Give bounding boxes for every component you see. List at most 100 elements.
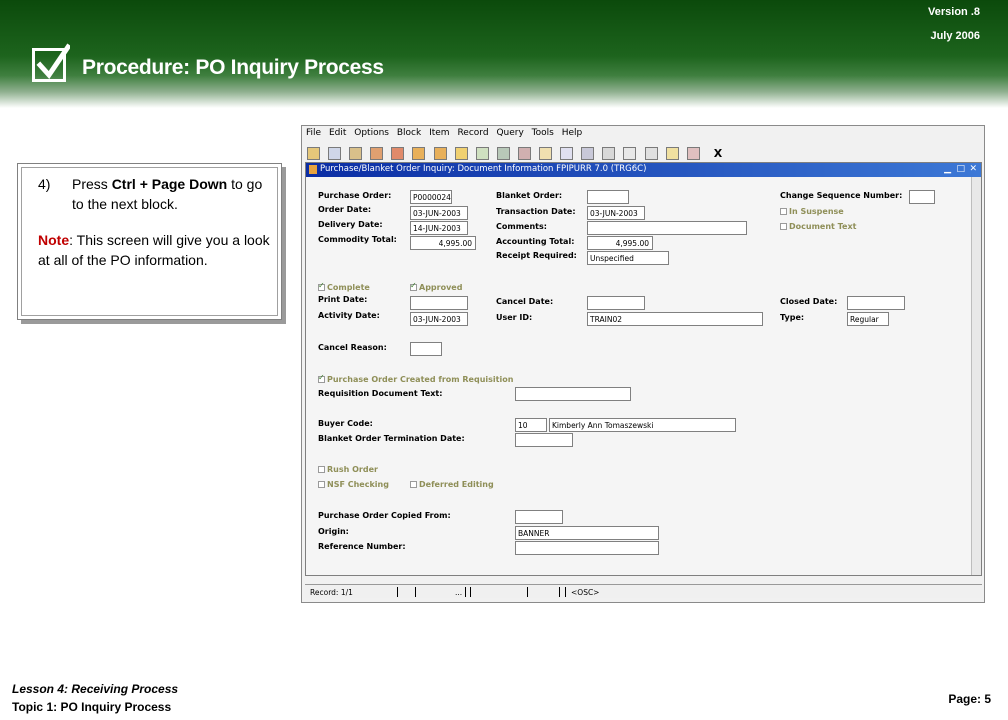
approved-label: Approved: [419, 283, 463, 292]
next-block-icon[interactable]: [433, 147, 447, 160]
label-transaction-date: Transaction Date:: [496, 207, 576, 216]
menu-record[interactable]: Record: [457, 128, 488, 138]
comments-field[interactable]: [587, 221, 747, 235]
crosshair-icon[interactable]: [644, 147, 658, 160]
purchase-order-field[interactable]: P0000024: [410, 190, 452, 204]
activity-date-field[interactable]: 03-JUN-2003: [410, 312, 468, 326]
step-number: 4): [38, 176, 51, 192]
enter-query-icon[interactable]: [454, 147, 468, 160]
rollback-icon[interactable]: [328, 147, 342, 160]
close-window-icon[interactable]: ✕: [969, 164, 977, 174]
rush-order-checkbox[interactable]: Rush Order: [318, 465, 378, 474]
label-comments: Comments:: [496, 222, 547, 231]
type-field[interactable]: Regular: [847, 312, 889, 326]
minimize-icon[interactable]: ▁: [944, 164, 951, 174]
deferred-editing-label: Deferred Editing: [419, 480, 494, 489]
requisition-document-text-field[interactable]: [515, 387, 631, 401]
close-icon[interactable]: X: [714, 147, 722, 160]
po-created-from-requisition-checkbox[interactable]: Purchase Order Created from Requisition: [318, 373, 514, 384]
approved-checkbox[interactable]: Approved: [410, 281, 463, 292]
help-icon[interactable]: [665, 147, 679, 160]
menu-help[interactable]: Help: [562, 128, 583, 138]
remove-record-icon[interactable]: [391, 147, 405, 160]
transaction-date-field[interactable]: 03-JUN-2003: [587, 206, 645, 220]
po-created-from-requisition-label: Purchase Order Created from Requisition: [327, 375, 514, 384]
note-text: Note: This screen will give you a look a…: [28, 230, 271, 270]
blanket-order-field[interactable]: [587, 190, 629, 204]
label-receipt-required: Receipt Required:: [496, 251, 577, 260]
label-origin: Origin:: [318, 527, 349, 536]
in-suspense-checkbox[interactable]: In Suspense: [780, 207, 844, 216]
cancel-reason-field[interactable]: [410, 342, 442, 356]
menu-bar: File Edit Options Block Item Record Quer…: [302, 126, 984, 142]
maximize-icon[interactable]: □: [956, 164, 965, 174]
step-pre: Press: [72, 176, 112, 192]
print-icon[interactable]: [539, 147, 553, 160]
label-closed-date: Closed Date:: [780, 297, 838, 306]
buyer-code-field[interactable]: 10: [515, 418, 547, 432]
menu-file[interactable]: File: [306, 128, 321, 138]
step-text: 4) Press Ctrl + Page Down to go to the n…: [28, 174, 271, 214]
save-icon[interactable]: [307, 147, 320, 160]
status-bar: Record: 1/1 ... <OSC>: [305, 584, 982, 598]
menu-query[interactable]: Query: [496, 128, 523, 138]
label-accounting-total: Accounting Total:: [496, 237, 575, 246]
document-text-checkbox[interactable]: Document Text: [780, 222, 856, 231]
label-po-copied-from: Purchase Order Copied From:: [318, 511, 451, 520]
extract-icon[interactable]: [581, 147, 595, 160]
user-id-field[interactable]: TRAIN02: [587, 312, 763, 326]
in-suspense-label: In Suspense: [789, 207, 844, 216]
vertical-scrollbar[interactable]: [971, 177, 981, 575]
clear-icon[interactable]: [517, 147, 531, 160]
attach-icon[interactable]: [560, 147, 574, 160]
export-icon[interactable]: [602, 147, 616, 160]
nsf-checking-label: NSF Checking: [327, 480, 389, 489]
blanket-termination-date-field[interactable]: [515, 433, 573, 447]
form-title: Purchase/Blanket Order Inquiry: Document…: [320, 164, 647, 174]
previous-block-icon[interactable]: [412, 147, 426, 160]
change-sequence-field[interactable]: [909, 190, 935, 204]
complete-checkbox[interactable]: Complete: [318, 281, 370, 292]
origin-field[interactable]: BANNER: [515, 526, 659, 540]
status-ellipsis: ...: [455, 588, 463, 597]
footer-lesson: Lesson 4: Receiving Process: [12, 682, 179, 696]
instruction-box: 4) Press Ctrl + Page Down to go to the n…: [17, 163, 282, 320]
nsf-checking-checkbox[interactable]: NSF Checking: [318, 480, 389, 489]
label-type: Type:: [780, 313, 805, 322]
label-cancel-reason: Cancel Reason:: [318, 343, 387, 352]
version-label: Version .8: [928, 6, 980, 18]
rush-order-label: Rush Order: [327, 465, 378, 474]
closed-date-field[interactable]: [847, 296, 905, 310]
label-commodity-total: Commodity Total:: [318, 235, 397, 244]
select-icon[interactable]: [349, 147, 363, 160]
receipt-required-field[interactable]: Unspecified: [587, 251, 669, 265]
po-copied-from-field[interactable]: [515, 510, 563, 524]
menu-edit[interactable]: Edit: [329, 128, 346, 138]
commodity-total-field[interactable]: 4,995.00: [410, 236, 476, 250]
cancel-date-field[interactable]: [587, 296, 645, 310]
document-text-label: Document Text: [789, 222, 857, 231]
deferred-editing-checkbox[interactable]: Deferred Editing: [410, 480, 494, 489]
menu-item[interactable]: Item: [429, 128, 450, 138]
reference-number-field[interactable]: [515, 541, 659, 555]
insert-record-icon[interactable]: [370, 147, 384, 160]
label-user-id: User ID:: [496, 313, 533, 322]
exit-icon[interactable]: [686, 147, 700, 160]
label-requisition-document-text: Requisition Document Text:: [318, 389, 443, 398]
menu-options[interactable]: Options: [354, 128, 389, 138]
cancel-query-icon[interactable]: [496, 147, 510, 160]
accounting-total-field[interactable]: 4,995.00: [587, 236, 653, 250]
label-purchase-order: Purchase Order:: [318, 191, 392, 200]
execute-query-icon[interactable]: [475, 147, 489, 160]
navigate-icon[interactable]: [623, 147, 637, 160]
osc-status: <OSC>: [571, 588, 600, 597]
menu-block[interactable]: Block: [397, 128, 421, 138]
date-label: July 2006: [930, 30, 980, 42]
label-order-date: Order Date:: [318, 205, 372, 214]
label-buyer-code: Buyer Code:: [318, 419, 373, 428]
delivery-date-field[interactable]: 14-JUN-2003: [410, 221, 468, 235]
menu-tools[interactable]: Tools: [532, 128, 554, 138]
buyer-name-field[interactable]: Kimberly Ann Tomaszewski: [549, 418, 736, 432]
print-date-field[interactable]: [410, 296, 468, 310]
order-date-field[interactable]: 03-JUN-2003: [410, 206, 468, 220]
